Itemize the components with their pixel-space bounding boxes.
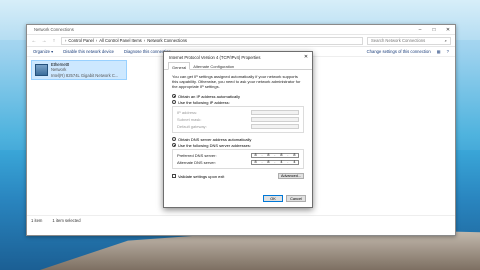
tab-general[interactable]: General xyxy=(168,62,191,70)
change-settings-button[interactable]: Change settings of this connection xyxy=(367,49,431,54)
ipv4-properties-dialog: Internet Protocol Version 4 (TCP/IPv4) P… xyxy=(163,51,313,208)
ip-address-field xyxy=(251,109,299,116)
preferred-dns-label: Preferred DNS server: xyxy=(177,153,217,158)
network-adapter-icon xyxy=(35,64,48,76)
ip-address-label: IP address: xyxy=(177,110,198,115)
octet-dot: . xyxy=(261,160,263,164)
organize-button[interactable]: Organize ▾ xyxy=(33,49,53,54)
adapter-item-ethernet0[interactable]: Ethernet0 Network Intel(R) 82574L Gigabi… xyxy=(31,60,127,80)
breadcrumb-separator-icon: › xyxy=(95,38,98,43)
ip-fields-group: IP address: Subnet mask: Default gateway… xyxy=(172,106,304,133)
dialog-description: You can get IP settings assigned automat… xyxy=(172,74,301,89)
dialog-tabs: General Alternate Configuration xyxy=(164,62,312,70)
octet-dot: . xyxy=(274,153,276,157)
dns-auto-label: Obtain DNS server address automatically xyxy=(178,136,252,142)
subnet-mask-field xyxy=(251,116,299,123)
dialog-title: Internet Protocol Version 4 (TCP/IPv4) P… xyxy=(169,54,261,60)
ip-manual-radio[interactable] xyxy=(172,100,176,104)
tab-alternate-configuration[interactable]: Alternate Configuration xyxy=(190,62,237,69)
dns-auto-radio[interactable] xyxy=(172,137,176,141)
preferred-dns-row: Preferred DNS server: 8. 8. 8. 8 xyxy=(177,152,299,159)
ip-auto-radio[interactable] xyxy=(172,94,176,98)
octet[interactable]: 8 xyxy=(267,153,269,158)
dns-manual-option[interactable]: Use the following DNS server addresses: xyxy=(172,142,304,148)
dialog-titlebar: Internet Protocol Version 4 (TCP/IPv4) P… xyxy=(164,52,312,62)
window-controls: – □ ✕ xyxy=(413,27,455,33)
advanced-button[interactable]: Advanced... xyxy=(278,173,304,179)
octet-dot: . xyxy=(287,153,289,157)
ip-auto-label: Obtain an IP address automatically xyxy=(178,93,240,99)
breadcrumb-separator-icon: › xyxy=(65,38,67,43)
status-bar: 1 item 1 item selected xyxy=(27,215,455,225)
octet-dot: . xyxy=(287,160,289,164)
subnet-mask-label: Subnet mask: xyxy=(177,117,202,122)
forward-arrow-icon[interactable]: → xyxy=(41,38,47,44)
ip-address-row: IP address: xyxy=(177,109,299,116)
octet-dot: . xyxy=(261,153,263,157)
ip-manual-label: Use the following IP address: xyxy=(178,99,230,105)
command-bar-right: Change settings of this connection ▦ ? xyxy=(367,49,449,54)
breadcrumb-control-panel[interactable]: Control Panel xyxy=(68,38,93,43)
alternate-dns-label: Alternate DNS server: xyxy=(177,160,216,165)
ok-button[interactable]: OK xyxy=(263,195,283,202)
subnet-mask-row: Subnet mask: xyxy=(177,116,299,123)
maximize-icon[interactable]: □ xyxy=(427,27,441,33)
ip-manual-option[interactable]: Use the following IP address: xyxy=(172,99,304,105)
disable-device-button[interactable]: Disable this network device xyxy=(63,49,114,54)
breadcrumb-separator-icon: › xyxy=(143,38,146,43)
octet[interactable]: 8 xyxy=(293,153,295,158)
selected-count: 1 item selected xyxy=(52,218,81,223)
octet[interactable]: 8 xyxy=(254,160,256,165)
octet[interactable]: 8 xyxy=(280,153,282,158)
up-arrow-icon[interactable]: ↑ xyxy=(51,38,57,44)
alternate-dns-row: Alternate DNS server: 8. 8. 4. 4 xyxy=(177,159,299,166)
adapter-text: Ethernet0 Network Intel(R) 82574L Gigabi… xyxy=(51,62,118,79)
address-bar[interactable]: › Control Panel › All Control Panel Item… xyxy=(61,36,363,45)
dns-fields-group: Preferred DNS server: 8. 8. 8. 8 Alterna… xyxy=(172,149,304,169)
validate-label: Validate settings upon exit xyxy=(178,173,225,179)
explorer-titlebar: Network Connections – □ ✕ xyxy=(27,25,455,35)
octet[interactable]: 8 xyxy=(267,160,269,165)
search-input[interactable]: Search Network Connections ⌕ xyxy=(367,36,451,45)
item-count: 1 item xyxy=(31,218,43,223)
breadcrumb-network-connections[interactable]: Network Connections xyxy=(147,38,187,43)
search-icon: ⌕ xyxy=(444,38,447,43)
cancel-button[interactable]: Cancel xyxy=(286,195,306,202)
octet[interactable]: 8 xyxy=(254,153,256,158)
help-icon[interactable]: ? xyxy=(447,49,449,54)
validate-checkbox[interactable] xyxy=(172,174,176,178)
preferred-dns-field[interactable]: 8. 8. 8. 8 xyxy=(251,152,299,159)
view-options-icon[interactable]: ▦ xyxy=(437,49,441,54)
octet[interactable]: 4 xyxy=(293,160,295,165)
window-title: Network Connections xyxy=(34,27,74,32)
dns-manual-radio[interactable] xyxy=(172,143,176,147)
dialog-footer: OK Cancel xyxy=(263,195,306,202)
dialog-body: You can get IP settings assigned automat… xyxy=(164,70,312,184)
close-icon[interactable]: ✕ xyxy=(441,27,455,33)
breadcrumb-all-items[interactable]: All Control Panel Items xyxy=(99,38,142,43)
close-icon[interactable]: ✕ xyxy=(300,54,312,60)
octet[interactable]: 4 xyxy=(280,160,282,165)
back-arrow-icon[interactable]: ← xyxy=(31,38,37,44)
default-gateway-field xyxy=(251,123,299,130)
adapter-device: Intel(R) 82574L Gigabit Network C... xyxy=(51,72,119,78)
dns-manual-label: Use the following DNS server addresses: xyxy=(178,142,251,148)
validate-option[interactable]: Validate settings upon exit Advanced... xyxy=(172,172,304,180)
alternate-dns-field[interactable]: 8. 8. 4. 4 xyxy=(251,159,299,166)
octet-dot: . xyxy=(274,160,276,164)
default-gateway-label: Default gateway: xyxy=(177,124,207,129)
address-row: ← → ↑ › Control Panel › All Control Pane… xyxy=(27,35,455,47)
minimize-icon[interactable]: – xyxy=(413,27,427,33)
default-gateway-row: Default gateway: xyxy=(177,123,299,130)
